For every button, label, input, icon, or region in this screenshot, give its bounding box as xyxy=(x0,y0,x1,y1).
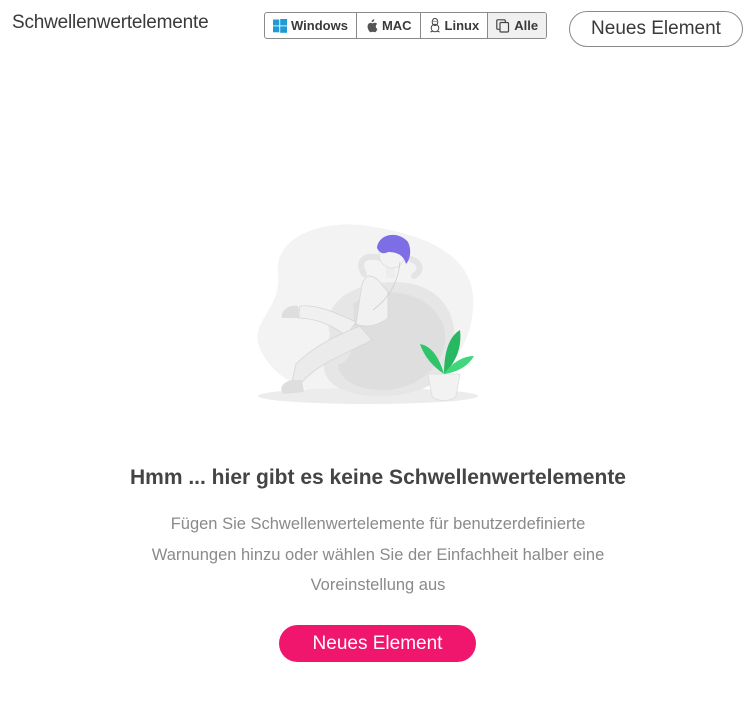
filter-linux-button[interactable]: Linux xyxy=(419,13,488,38)
new-element-button-top[interactable]: Neues Element xyxy=(569,11,743,47)
thresholds-page: Schwellenwertelemente Windows MAC Linux … xyxy=(0,0,756,705)
filter-mac-label: MAC xyxy=(381,18,412,33)
new-element-button[interactable]: Neues Element xyxy=(279,625,476,662)
empty-state-title: Hmm ... hier gibt es keine Schwellenwert… xyxy=(129,466,626,489)
empty-state-description: Fügen Sie Schwellenwertelemente für benu… xyxy=(151,515,605,594)
filter-windows-button[interactable]: Windows xyxy=(265,13,356,38)
os-filter-group: Windows MAC Linux Alle xyxy=(264,12,548,39)
copy-icon xyxy=(496,18,510,33)
filter-linux-label: Linux xyxy=(444,18,480,33)
filter-windows-label: Windows xyxy=(291,18,348,33)
linux-icon xyxy=(429,18,441,33)
page-title: Schwellenwertelemente xyxy=(12,12,209,33)
filter-all-button[interactable]: Alle xyxy=(487,13,547,38)
apple-icon xyxy=(365,18,378,33)
filter-all-label: Alle xyxy=(514,18,539,33)
windows-icon xyxy=(273,18,287,33)
empty-state-illustration xyxy=(238,214,488,414)
filter-mac-button[interactable]: MAC xyxy=(355,13,420,38)
